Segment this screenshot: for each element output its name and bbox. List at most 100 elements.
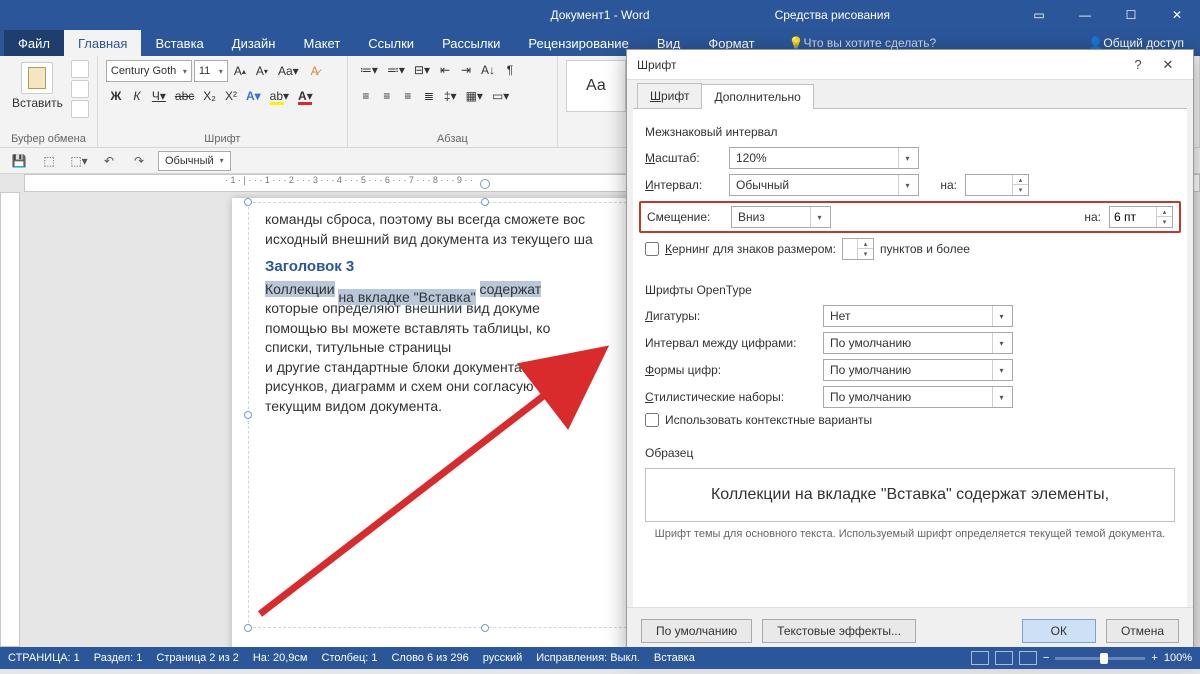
tab-mailings[interactable]: Рассылки <box>428 30 514 56</box>
align-left-button[interactable]: ≡ <box>356 86 376 106</box>
dialog-tab-advanced[interactable]: Дополнительно <box>701 84 813 109</box>
resize-handle-mt[interactable] <box>481 198 489 206</box>
highlight-button[interactable]: ab▾ <box>266 86 293 106</box>
show-marks-button[interactable]: ¶ <box>500 60 520 80</box>
align-justify-button[interactable]: ≣ <box>419 86 439 106</box>
decrease-indent-button[interactable]: ⇤ <box>435 60 455 80</box>
tab-review[interactable]: Рецензирование <box>514 30 642 56</box>
tab-insert[interactable]: Вставка <box>141 30 217 56</box>
set-default-button[interactable]: По умолчанию <box>641 619 752 643</box>
format-painter-button[interactable] <box>71 100 89 118</box>
tab-layout[interactable]: Макет <box>289 30 354 56</box>
spin-up[interactable]: ▴ <box>1013 175 1028 185</box>
numform-combo[interactable]: По умолчанию▾ <box>823 359 1013 381</box>
spin-down[interactable]: ▾ <box>1013 185 1028 195</box>
position-by-input[interactable] <box>1110 210 1156 224</box>
status-insert[interactable]: Вставка <box>654 652 695 664</box>
align-right-button[interactable]: ≡ <box>398 86 418 106</box>
ribbon-options-icon[interactable]: ▭ <box>1016 0 1062 30</box>
subscript-button[interactable]: X₂ <box>199 86 220 106</box>
contextual-checkbox[interactable] <box>645 413 659 427</box>
status-at[interactable]: На: 20,9см <box>253 652 308 664</box>
tab-references[interactable]: Ссылки <box>354 30 428 56</box>
resize-handle-bl[interactable] <box>244 624 252 632</box>
resize-handle-tl[interactable] <box>244 198 252 206</box>
numbering-button[interactable]: ≕▾ <box>383 60 409 80</box>
strike-button[interactable]: abc <box>171 86 198 106</box>
superscript-button[interactable]: X² <box>221 86 241 106</box>
spin-up[interactable]: ▴ <box>858 239 873 249</box>
dialog-tab-font[interactable]: Шрифт <box>637 83 702 108</box>
style-combo[interactable]: Обычный▾ <box>158 151 231 171</box>
tab-file[interactable]: Файл <box>4 30 64 56</box>
vertical-ruler[interactable] <box>0 192 20 647</box>
ok-button[interactable]: ОК <box>1022 619 1096 643</box>
status-pages[interactable]: Страница 2 из 2 <box>156 652 238 664</box>
borders-button[interactable]: ▭▾ <box>488 86 513 106</box>
chevron-down-icon[interactable]: ▾ <box>810 207 828 227</box>
spin-up[interactable]: ▴ <box>1157 207 1172 217</box>
zoom-in-button[interactable]: + <box>1151 652 1157 664</box>
view-read-button[interactable] <box>971 651 989 665</box>
spin-down[interactable]: ▾ <box>1157 217 1172 227</box>
font-name-combo[interactable]: Century Goth▾ <box>106 60 192 82</box>
bold-button[interactable]: Ж <box>106 86 126 106</box>
paste-button[interactable]: Вставить <box>8 60 67 112</box>
save-button[interactable]: 💾 <box>8 151 30 171</box>
status-lang[interactable]: русский <box>483 652 522 664</box>
numspacing-combo[interactable]: По умолчанию▾ <box>823 332 1013 354</box>
status-track[interactable]: Исправления: Выкл. <box>536 652 640 664</box>
ligatures-combo[interactable]: Нет▾ <box>823 305 1013 327</box>
font-size-combo[interactable]: 11▾ <box>194 60 228 82</box>
resize-handle-ml[interactable] <box>244 411 252 419</box>
status-col[interactable]: Столбец: 1 <box>322 652 378 664</box>
redo-button[interactable]: ↷ <box>128 151 150 171</box>
style-gallery-item[interactable]: Аа <box>566 60 626 112</box>
chevron-down-icon[interactable]: ▾ <box>992 333 1010 353</box>
multilevel-button[interactable]: ⊟▾ <box>410 60 434 80</box>
chevron-down-icon[interactable]: ▾ <box>898 148 916 168</box>
shrink-font-button[interactable]: A▾ <box>252 61 272 81</box>
chevron-down-icon[interactable]: ▾ <box>898 175 916 195</box>
rotate-handle[interactable] <box>480 179 490 189</box>
undo-button[interactable]: ↶ <box>98 151 120 171</box>
minimize-button[interactable]: — <box>1062 0 1108 30</box>
close-button[interactable]: ✕ <box>1154 0 1200 30</box>
cancel-button[interactable]: Отмена <box>1106 619 1179 643</box>
maximize-button[interactable]: ☐ <box>1108 0 1154 30</box>
zoom-slider[interactable] <box>1055 657 1145 660</box>
grow-font-button[interactable]: A▴ <box>230 61 250 81</box>
resize-handle-mb[interactable] <box>481 624 489 632</box>
position-combo[interactable]: Вниз▾ <box>731 206 831 228</box>
kerning-spinner[interactable]: ▴▾ <box>842 238 874 260</box>
chevron-down-icon[interactable]: ▾ <box>992 306 1010 326</box>
cut-button[interactable] <box>71 60 89 78</box>
chevron-down-icon[interactable]: ▾ <box>992 387 1010 407</box>
position-by-spinner[interactable]: ▴▾ <box>1109 206 1173 228</box>
qat-button-1[interactable]: ⬚ <box>38 151 60 171</box>
view-web-button[interactable] <box>1019 651 1037 665</box>
zoom-slider-knob[interactable] <box>1100 653 1108 664</box>
sort-button[interactable]: A↓ <box>477 60 499 80</box>
view-print-button[interactable] <box>995 651 1013 665</box>
dialog-help-button[interactable]: ? <box>1123 57 1153 72</box>
italic-button[interactable]: К <box>127 86 147 106</box>
underline-button[interactable]: Ч▾ <box>148 86 170 106</box>
qat-button-2[interactable]: ⬚▾ <box>68 151 90 171</box>
scale-combo[interactable]: 120%▾ <box>729 147 919 169</box>
spacing-combo[interactable]: Обычный▾ <box>729 174 919 196</box>
spacing-by-input[interactable] <box>966 178 1012 192</box>
status-words[interactable]: Слово 6 из 296 <box>391 652 468 664</box>
kerning-checkbox[interactable] <box>645 242 659 256</box>
status-section[interactable]: Раздел: 1 <box>94 652 143 664</box>
spin-down[interactable]: ▾ <box>858 249 873 259</box>
zoom-out-button[interactable]: − <box>1043 652 1049 664</box>
change-case-button[interactable]: Aa▾ <box>274 61 303 81</box>
dialog-close-button[interactable]: ✕ <box>1153 57 1183 73</box>
text-effects-button[interactable]: Текстовые эффекты... <box>762 619 916 643</box>
clear-format-button[interactable]: A̷ <box>305 61 325 81</box>
zoom-value[interactable]: 100% <box>1164 652 1192 664</box>
kerning-input[interactable] <box>843 242 857 256</box>
styleset-combo[interactable]: По умолчанию▾ <box>823 386 1013 408</box>
align-center-button[interactable]: ≡ <box>377 86 397 106</box>
